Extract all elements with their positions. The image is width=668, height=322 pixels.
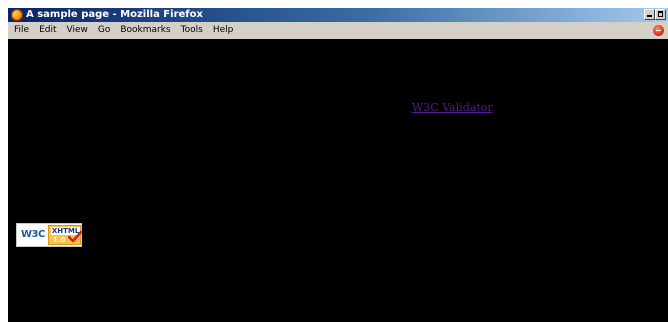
maximize-button[interactable] (655, 9, 666, 20)
page-content: W3C Validator W3C XHTML 1.0 (8, 39, 668, 322)
menu-go[interactable]: Go (98, 22, 110, 39)
xhtml-valid-badge[interactable]: W3C XHTML 1.0 (16, 223, 82, 247)
window-controls (644, 9, 666, 20)
xhtml-badge-box: XHTML 1.0 (47, 225, 82, 245)
menu-edit[interactable]: Edit (39, 22, 56, 39)
window-title: A sample page - Mozilla Firefox (26, 9, 203, 20)
minimize-button[interactable] (644, 9, 655, 20)
browser-window: A sample page - Mozilla Firefox File Edi… (0, 0, 668, 322)
minimize-icon (647, 15, 652, 17)
firefox-icon[interactable] (11, 9, 23, 21)
menu-tools[interactable]: Tools (181, 22, 203, 39)
xhtml-version: 1.0 (52, 236, 66, 244)
title-bar[interactable]: A sample page - Mozilla Firefox (8, 8, 668, 22)
maximize-icon (658, 11, 663, 17)
menu-bar: File Edit View Go Bookmarks Tools Help (8, 22, 668, 39)
menu-view[interactable]: View (67, 22, 88, 39)
menu-file[interactable]: File (14, 22, 29, 39)
menu-help[interactable]: Help (213, 22, 234, 39)
w3c-validator-link[interactable]: W3C Validator (412, 101, 493, 114)
w3c-logo: W3C (21, 229, 45, 240)
checkmark-icon (68, 230, 82, 243)
stop-icon[interactable] (653, 25, 664, 36)
menu-bookmarks[interactable]: Bookmarks (120, 22, 170, 39)
